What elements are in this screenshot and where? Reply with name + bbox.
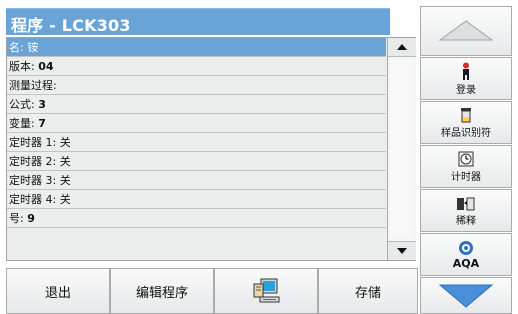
dilution-icon xyxy=(457,197,475,210)
dilution-button[interactable]: 稀释 xyxy=(420,189,512,232)
sample-id-label: 样品识别符 xyxy=(441,127,491,139)
login-label: 登录 xyxy=(456,84,476,96)
list-item[interactable]: 变量: 7 xyxy=(7,114,386,133)
row-key: 定时器 4: xyxy=(9,193,57,206)
program-info-list: 名: 铵 版本: 04 测量过程: 公式: 3 变量: 7 定时器 1: 关 定… xyxy=(6,37,416,261)
list-item[interactable]: 号: 9 xyxy=(7,209,386,228)
aqa-button[interactable]: AQA xyxy=(420,233,512,276)
row-value: 关 xyxy=(59,193,71,206)
list-item[interactable]: 定时器 4: 关 xyxy=(7,190,386,209)
row-key: 名: xyxy=(9,41,24,54)
page-title: 程序 - LCK303 xyxy=(11,16,131,35)
scroll-down-button[interactable] xyxy=(388,241,416,260)
list-item[interactable]: 版本: 04 xyxy=(7,57,386,76)
row-key: 定时器 3: xyxy=(9,174,57,187)
row-value: 04 xyxy=(38,60,54,73)
row-key: 号: xyxy=(9,212,24,225)
triangle-down-icon xyxy=(397,248,407,254)
exit-button[interactable]: 退出 xyxy=(6,268,110,314)
list-item[interactable]: 定时器 2: 关 xyxy=(7,152,386,171)
person-icon xyxy=(463,62,469,80)
scroll-page-down-button[interactable] xyxy=(420,277,512,314)
chevron-down-icon xyxy=(438,284,494,308)
row-value: 关 xyxy=(59,155,71,168)
timer-button[interactable]: 计时器 xyxy=(420,145,512,188)
pc-transfer-button[interactable] xyxy=(214,268,318,314)
row-key: 定时器 1: xyxy=(9,136,57,149)
sample-id-button[interactable]: 样品识别符 xyxy=(420,101,512,144)
scroll-thumb[interactable] xyxy=(390,58,412,238)
list-item[interactable]: 定时器 3: 关 xyxy=(7,171,386,190)
login-button[interactable]: 登录 xyxy=(420,57,512,100)
row-value: 7 xyxy=(38,117,46,130)
list-scrollbar[interactable] xyxy=(387,38,416,260)
computer-icon xyxy=(253,278,280,303)
program-screen: 程序 - LCK303 名: 铵 版本: 04 测量过程: 公式: 3 变量: … xyxy=(0,0,518,314)
save-label: 存储 xyxy=(354,285,381,301)
row-value: 关 xyxy=(59,174,71,187)
edit-program-button[interactable]: 编辑程序 xyxy=(110,268,214,314)
right-nav-panel: 登录 样品识别符 计时器 稀释 AQA xyxy=(420,6,518,314)
row-key: 公式: xyxy=(9,98,35,111)
list-item[interactable]: 定时器 1: 关 xyxy=(7,133,386,152)
edit-program-label: 编辑程序 xyxy=(135,285,188,301)
bottom-toolbar: 退出 编辑程序 存储 xyxy=(0,268,418,314)
row-value: 9 xyxy=(27,212,35,225)
sample-vial-icon xyxy=(461,107,471,122)
row-key: 变量: xyxy=(9,117,35,130)
list-item[interactable]: 公式: 3 xyxy=(7,95,386,114)
list-item[interactable]: 测量过程: xyxy=(7,76,386,95)
scroll-page-up-button[interactable] xyxy=(420,6,512,56)
triangle-up-icon xyxy=(397,44,407,50)
dilution-label: 稀释 xyxy=(456,215,476,227)
row-value: 关 xyxy=(59,136,71,149)
aqa-label: AQA xyxy=(452,256,480,270)
row-key: 测量过程: xyxy=(9,79,57,92)
triangle-up-icon xyxy=(438,20,494,41)
exit-label: 退出 xyxy=(44,285,71,301)
timer-label: 计时器 xyxy=(451,171,481,183)
title-bar: 程序 - LCK303 xyxy=(6,8,390,35)
list-item[interactable]: 名: 铵 xyxy=(7,38,386,57)
save-button[interactable]: 存储 xyxy=(318,268,418,314)
timer-icon xyxy=(458,151,474,166)
row-value: 铵 xyxy=(27,41,39,54)
row-key: 定时器 2: xyxy=(9,155,57,168)
aqa-icon xyxy=(459,240,473,255)
row-key: 版本: xyxy=(9,60,35,73)
scroll-up-button[interactable] xyxy=(388,38,416,57)
row-value: 3 xyxy=(38,98,46,111)
